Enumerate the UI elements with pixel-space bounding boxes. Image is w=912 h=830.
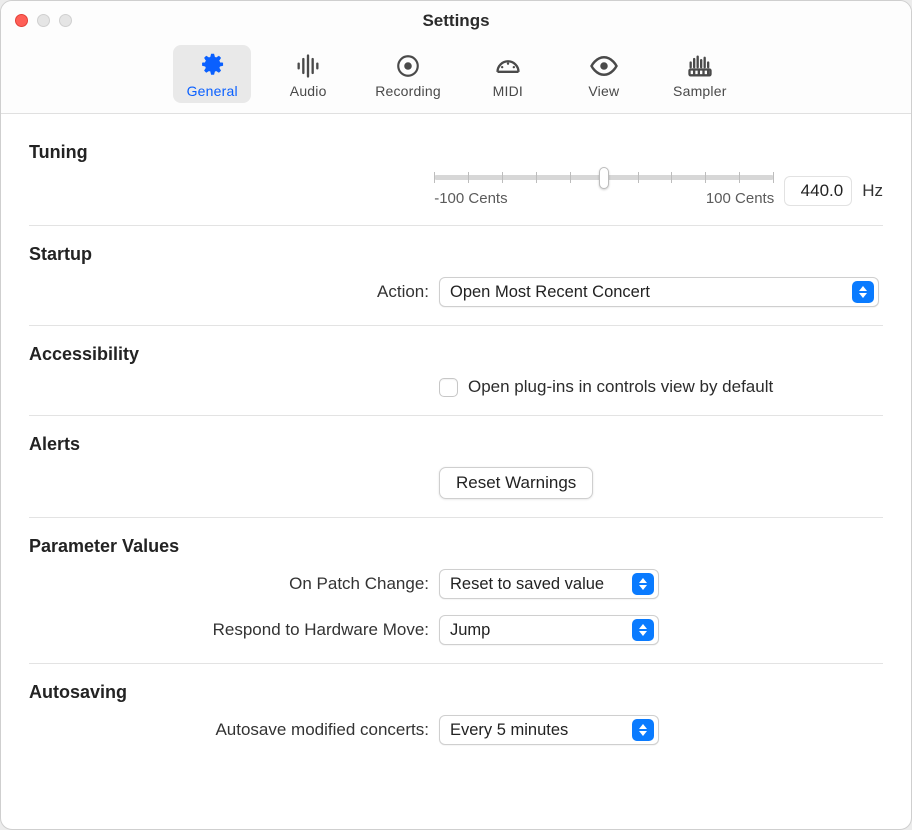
on-patch-change-label: On Patch Change: [29,574,439,594]
hardware-move-popup[interactable]: Jump [439,615,659,645]
window-controls [15,14,72,27]
close-window-button[interactable] [15,14,28,27]
on-patch-change-popup[interactable]: Reset to saved value [439,569,659,599]
slider-max-label: 100 Cents [706,190,774,207]
eye-icon [589,51,619,81]
gear-icon [197,51,227,81]
section-tuning: Tuning -100 Cents [29,136,883,225]
section-heading: Startup [29,244,883,265]
popup-value: Jump [450,621,624,640]
tab-label: Sampler [673,83,727,99]
section-accessibility: Accessibility Open plug-ins in controls … [29,325,883,415]
settings-content: Tuning -100 Cents [1,114,911,763]
tab-sampler[interactable]: Sampler [661,45,739,103]
tab-audio[interactable]: Audio [269,45,347,103]
tuning-slider[interactable] [434,175,774,180]
popup-chevrons-icon [632,573,654,595]
midi-gauge-icon [493,51,523,81]
record-icon [393,51,423,81]
section-autosaving: Autosaving Autosave modified concerts: E… [29,663,883,763]
minimize-window-button[interactable] [37,14,50,27]
zoom-window-button[interactable] [59,14,72,27]
tab-label: MIDI [493,83,523,99]
window-title: Settings [1,11,911,31]
slider-thumb[interactable] [599,167,609,189]
section-heading: Tuning [29,142,883,163]
tab-view[interactable]: View [565,45,643,103]
tab-label: View [588,83,619,99]
plugins-controls-view-checkbox[interactable] [439,378,458,397]
slider-min-label: -100 Cents [434,190,507,207]
autosave-interval-popup[interactable]: Every 5 minutes [439,715,659,745]
tuning-unit: Hz [862,181,883,201]
startup-action-label: Action: [29,282,439,302]
titlebar: Settings [1,1,911,41]
section-heading: Accessibility [29,344,883,365]
popup-chevrons-icon [632,619,654,641]
tab-general[interactable]: General [173,45,251,103]
checkbox-label: Open plug-ins in controls view by defaul… [468,377,773,397]
section-heading: Alerts [29,434,883,455]
section-alerts: Alerts Reset Warnings [29,415,883,517]
tuning-value-field[interactable]: 440.0 [784,176,852,206]
slider-range-labels: -100 Cents 100 Cents [434,190,774,207]
tab-label: General [187,83,238,99]
tab-midi[interactable]: MIDI [469,45,547,103]
popup-value: Open Most Recent Concert [450,283,844,302]
audio-waveform-icon [293,51,323,81]
sampler-keyboard-icon [685,51,715,81]
section-startup: Startup Action: Open Most Recent Concert [29,225,883,325]
hardware-move-label: Respond to Hardware Move: [29,620,439,640]
popup-chevrons-icon [852,281,874,303]
settings-window: Settings General Audio [0,0,912,830]
section-parameter-values: Parameter Values On Patch Change: Reset … [29,517,883,663]
startup-action-popup[interactable]: Open Most Recent Concert [439,277,879,307]
popup-chevrons-icon [632,719,654,741]
reset-warnings-button[interactable]: Reset Warnings [439,467,593,499]
popup-value: Reset to saved value [450,575,624,594]
tab-recording[interactable]: Recording [365,45,451,103]
popup-value: Every 5 minutes [450,721,624,740]
autosave-label: Autosave modified concerts: [29,720,439,740]
tab-label: Audio [290,83,327,99]
section-heading: Parameter Values [29,536,883,557]
settings-toolbar: General Audio Recording [1,41,911,114]
section-heading: Autosaving [29,682,883,703]
tab-label: Recording [375,83,441,99]
